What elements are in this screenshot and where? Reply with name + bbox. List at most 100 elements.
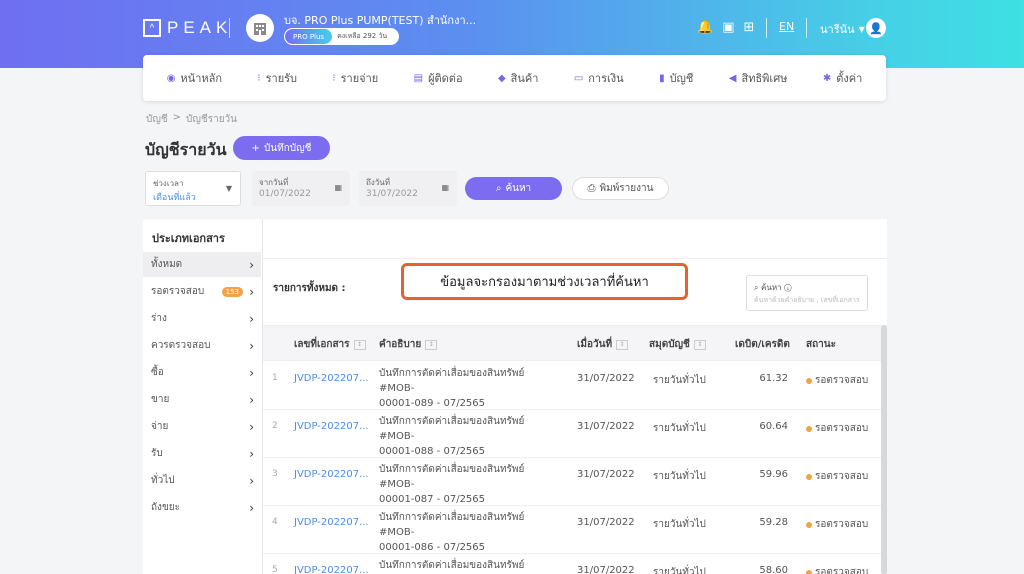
doc-type-all[interactable]: ทั้งหมด › xyxy=(143,252,261,277)
top-icons: 🔔 ▣ ⊞ xyxy=(697,20,754,35)
col-date[interactable]: เมื่อวันที่ ↕ xyxy=(577,337,629,352)
search-button[interactable]: ⌕ ค้นหา xyxy=(465,177,562,200)
chevron-right-icon: › xyxy=(249,284,254,299)
row-amount: 58.60 xyxy=(759,565,788,574)
doc-number-link[interactable]: JVDP-202207... xyxy=(294,373,369,384)
nav-accounting[interactable]: ▮ บัญชี xyxy=(659,69,693,87)
print-report-button[interactable]: ⎙ พิมพ์รายงาน xyxy=(572,177,669,200)
col-doc-number[interactable]: เลขที่เอกสาร ↕ xyxy=(294,337,366,352)
status-badge: รอตรวจสอบ xyxy=(806,469,868,484)
from-date-value: 01/07/2022 xyxy=(259,189,311,199)
table-scrollbar[interactable] xyxy=(881,325,887,574)
row-date: 31/07/2022 xyxy=(577,469,635,480)
list-search-input[interactable]: ⌕ ค้นหา ⓘ ค้นหาด้วยคำอธิบาย , เลขที่เอกส… xyxy=(746,275,868,311)
chevron-down-icon: ▼ xyxy=(858,24,865,34)
row-date: 31/07/2022 xyxy=(577,565,635,574)
period-value: เดือนที่แล้ว xyxy=(153,193,196,203)
document-type-panel: ประเภทเอกสาร ทั้งหมด › รอตรวจสอบ 153 › ร่าง… xyxy=(143,219,263,574)
chevron-right-icon: › xyxy=(249,419,254,434)
divider xyxy=(766,18,767,38)
row-book: รายวันทั่วไป xyxy=(653,423,706,434)
calendar-icon[interactable]: ▦ xyxy=(441,183,449,192)
nav-expense[interactable]: ⁝ รายจ่าย xyxy=(332,69,378,87)
period-label: ช่วงเวลา xyxy=(153,179,184,188)
days-left: คงเหลือ 292 วัน xyxy=(337,32,388,40)
peak-logo[interactable]: ^ PEAK xyxy=(143,17,232,39)
doc-type-draft[interactable]: ร่าง › xyxy=(143,306,261,331)
to-date-field[interactable]: ถึงวันที่ 31/07/2022 ▦ xyxy=(359,171,457,206)
status-badge: รอตรวจสอบ xyxy=(806,373,868,388)
plan-name: PRO Plus xyxy=(285,29,333,44)
language-switch[interactable]: EN xyxy=(779,20,794,33)
col-journal-book[interactable]: สมุดบัญชี ↕ xyxy=(649,337,706,352)
sort-icon[interactable]: ↕ xyxy=(353,339,366,350)
calendar-icon[interactable]: ▦ xyxy=(334,183,342,192)
row-book: รายวันทั่วไป xyxy=(653,567,706,574)
doc-type-should-review[interactable]: ควรตรวจสอบ › xyxy=(143,333,261,358)
contacts-icon: ▤ xyxy=(413,72,424,84)
bell-icon[interactable]: 🔔 xyxy=(697,20,713,35)
to-date-label: ถึงวันที่ xyxy=(366,178,390,187)
box-icon: ◆ xyxy=(497,72,506,84)
status-dot-icon xyxy=(806,473,812,480)
count-badge: 153 xyxy=(221,286,243,297)
row-description: บันทึกการตัดค่าเสื่อมของสินทรัพย์ #MOB- 0… xyxy=(379,512,525,553)
table-row[interactable]: 1 JVDP-202207... บันทึกการตัดค่าเสื่อมขอ… xyxy=(263,362,887,410)
row-number: 3 xyxy=(272,469,278,479)
nav-privileges[interactable]: ◀ สิทธิพิเศษ xyxy=(729,69,788,87)
col-debit-credit[interactable]: เดบิต/เครดิต xyxy=(735,337,790,352)
chevron-right-icon: › xyxy=(249,365,254,380)
doc-type-sale[interactable]: ขาย › xyxy=(143,387,261,412)
avatar[interactable]: 👤 xyxy=(866,18,886,38)
chevron-right-icon: › xyxy=(249,392,254,407)
document-type-heading: ประเภทเอกสาร xyxy=(152,232,225,245)
sort-icon[interactable]: ↕ xyxy=(425,339,438,350)
table-row[interactable]: 4 JVDP-202207... บันทึกการตัดค่าเสื่อมขอ… xyxy=(263,506,887,554)
doc-type-purchase[interactable]: ซื้อ › xyxy=(143,360,261,385)
breadcrumb: บัญชี > บัญชีรายวัน xyxy=(146,112,237,127)
nav-settings[interactable]: ✱ ตั้งค่า xyxy=(823,69,862,87)
page-title: บัญชีรายวัน xyxy=(145,140,227,159)
col-status[interactable]: สถานะ xyxy=(806,337,836,352)
nav-contacts[interactable]: ▤ ผู้ติดต่อ xyxy=(414,69,463,87)
user-menu[interactable]: นารีนัน ▼ xyxy=(820,20,865,38)
status-dot-icon xyxy=(806,425,812,432)
doc-number-link[interactable]: JVDP-202207... xyxy=(294,565,369,574)
building-icon[interactable] xyxy=(246,14,274,42)
table-row[interactable]: 5 JVDP-202207... บันทึกการตัดค่าเสื่อมขอ… xyxy=(263,554,887,574)
row-description: บันทึกการตัดค่าเสื่อมของสินทรัพย์ #MOB- 0… xyxy=(379,368,525,409)
divider xyxy=(229,18,230,38)
col-description[interactable]: คำอธิบาย ↕ xyxy=(379,337,438,352)
doc-number-link[interactable]: JVDP-202207... xyxy=(294,421,369,432)
nav-products[interactable]: ◆ สินค้า xyxy=(498,69,538,87)
breadcrumb-parent[interactable]: บัญชี xyxy=(146,112,168,127)
from-date-field[interactable]: จากวันที่ 01/07/2022 ▦ xyxy=(252,171,350,206)
megaphone-icon: ◀ xyxy=(728,72,737,84)
sort-icon[interactable]: ↕ xyxy=(693,339,706,350)
company-name[interactable]: บจ. PRO Plus PUMP(TEST) สำนักงา... xyxy=(284,11,476,29)
chevron-right-icon: › xyxy=(249,338,254,353)
record-entry-button[interactable]: + บันทึกบัญชี xyxy=(233,136,330,160)
row-date: 31/07/2022 xyxy=(577,373,635,384)
table-row[interactable]: 2 JVDP-202207... บันทึกการตัดค่าเสื่อมขอ… xyxy=(263,410,887,458)
contact-card-icon[interactable]: ▣ xyxy=(722,20,734,35)
breadcrumb-current: บัญชีรายวัน xyxy=(186,114,237,125)
sort-icon[interactable]: ↕ xyxy=(616,339,629,350)
period-select[interactable]: ช่วงเวลา เดือนที่แล้ว ▼ xyxy=(145,171,241,206)
doc-type-general[interactable]: ทั่วไป › xyxy=(143,468,261,493)
search-icon: ⌕ xyxy=(495,183,502,194)
money-icon: ▭ xyxy=(573,72,584,84)
doc-type-receipt[interactable]: รับ › xyxy=(143,441,261,466)
row-book: รายวันทั่วไป xyxy=(653,375,706,386)
doc-type-payment[interactable]: จ่าย › xyxy=(143,414,261,439)
nav-income[interactable]: ⁝ รายรับ xyxy=(257,69,297,87)
table-row[interactable]: 3 JVDP-202207... บันทึกการตัดค่าเสื่อมขอ… xyxy=(263,458,887,506)
nav-home[interactable]: ◉ หน้าหลัก xyxy=(167,69,222,87)
doc-number-link[interactable]: JVDP-202207... xyxy=(294,469,369,480)
doc-type-trash[interactable]: ถังขยะ › xyxy=(143,495,261,520)
apps-grid-icon[interactable]: ⊞ xyxy=(743,20,754,35)
nav-finance[interactable]: ▭ การเงิน xyxy=(574,69,624,87)
income-icon: ⁝ xyxy=(257,72,261,84)
doc-number-link[interactable]: JVDP-202207... xyxy=(294,517,369,528)
doc-type-awaiting-review[interactable]: รอตรวจสอบ 153 › xyxy=(143,279,261,304)
